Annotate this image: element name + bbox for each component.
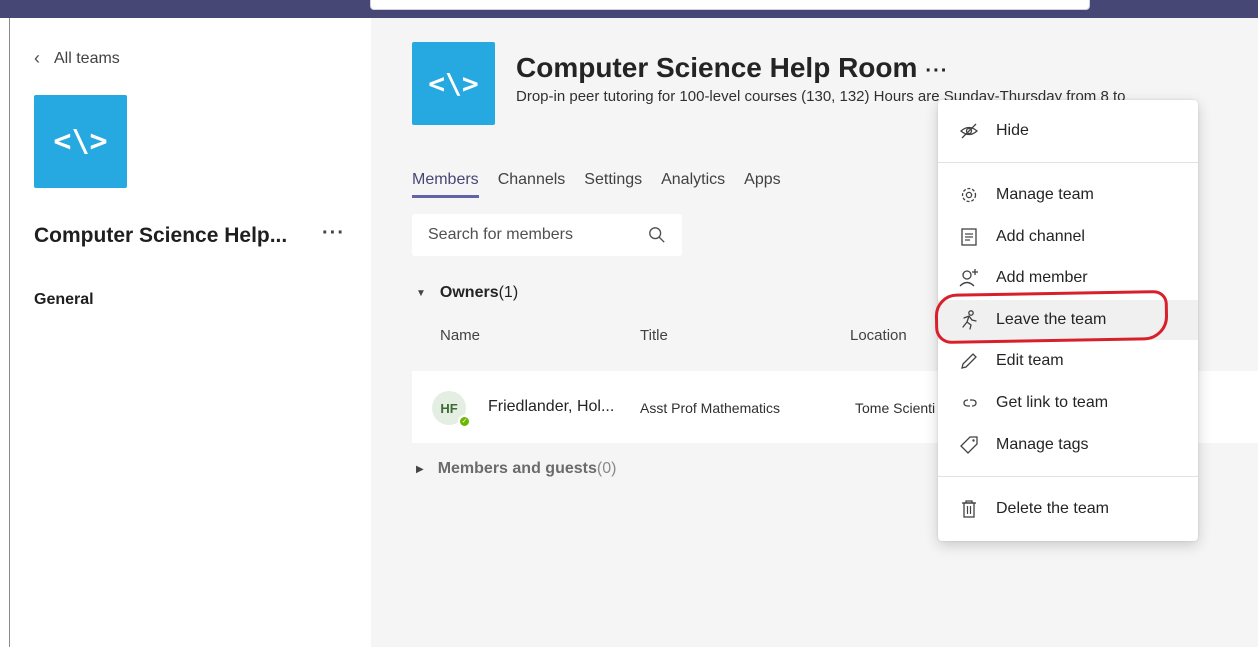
- team-context-menu: Hide Manage team Add channel Add member …: [938, 100, 1198, 541]
- menu-item-label: Manage tags: [996, 436, 1089, 453]
- code-icon: <\>: [428, 67, 479, 100]
- sidebar: ‹ All teams <\> Computer Science Help...…: [10, 18, 370, 647]
- tag-icon: [958, 434, 980, 456]
- search-placeholder: Search for members: [428, 226, 573, 243]
- hide-eye-icon: [958, 120, 980, 142]
- search-icon: [649, 227, 665, 243]
- pencil-icon: [958, 350, 980, 372]
- channel-icon: [958, 226, 980, 248]
- page-title: Computer Science Help Room ···: [516, 52, 948, 84]
- all-teams-label: All teams: [54, 49, 120, 67]
- menu-item-label: Manage team: [996, 186, 1094, 203]
- more-options-icon[interactable]: ···: [925, 60, 948, 82]
- caret-down-icon: ▼: [416, 287, 426, 299]
- members-guests-section-toggle[interactable]: ▶ Members and guests (0): [416, 460, 616, 478]
- guests-count: (0): [596, 460, 617, 477]
- team-title: Computer Science Help Room: [516, 52, 918, 83]
- presence-available-icon: ✓: [458, 415, 471, 428]
- tab-bar: Members Channels Settings Analytics Apps: [412, 171, 800, 198]
- member-name: Friedlander, Hol...: [488, 398, 615, 415]
- all-teams-link[interactable]: ‹ All teams: [34, 48, 120, 69]
- menu-item-manage-tags[interactable]: Manage tags: [938, 425, 1198, 465]
- channel-general[interactable]: General: [34, 291, 94, 309]
- tab-settings[interactable]: Settings: [584, 171, 642, 198]
- menu-item-label: Delete the team: [996, 500, 1109, 517]
- tab-apps[interactable]: Apps: [744, 171, 780, 198]
- member-search-input[interactable]: Search for members: [412, 214, 682, 256]
- menu-item-hide[interactable]: Hide: [938, 111, 1198, 151]
- top-bar: [0, 0, 1258, 18]
- trash-icon: [958, 498, 980, 520]
- owners-label: Owners: [439, 284, 499, 301]
- menu-item-label: Add channel: [996, 228, 1085, 245]
- team-logo-large: <\>: [412, 42, 495, 125]
- tab-channels[interactable]: Channels: [498, 171, 566, 198]
- member-title: Asst Prof Mathematics: [640, 400, 781, 416]
- global-search-bar[interactable]: [370, 0, 1090, 10]
- menu-divider: [938, 162, 1198, 163]
- sidebar-team-name: Computer Science Help...: [34, 224, 288, 247]
- guests-label: Members and guests: [437, 460, 597, 477]
- menu-item-delete-team[interactable]: Delete the team: [938, 489, 1198, 529]
- menu-item-label: Hide: [996, 122, 1029, 139]
- team-logo: <\>: [34, 95, 127, 188]
- menu-item-manage-team[interactable]: Manage team: [938, 175, 1198, 215]
- tab-analytics[interactable]: Analytics: [661, 171, 725, 198]
- menu-item-get-link[interactable]: Get link to team: [938, 383, 1198, 423]
- menu-item-add-channel[interactable]: Add channel: [938, 217, 1198, 257]
- link-icon: [958, 392, 980, 414]
- column-header-title[interactable]: Title: [640, 327, 668, 344]
- caret-right-icon: ▶: [416, 463, 424, 475]
- menu-item-label: Get link to team: [996, 394, 1109, 411]
- more-options-icon[interactable]: ···: [322, 222, 345, 245]
- app-rail-edge: [0, 18, 10, 647]
- menu-item-label: Add member: [996, 269, 1088, 286]
- menu-item-add-member[interactable]: Add member: [938, 258, 1198, 298]
- menu-item-label: Leave the team: [996, 311, 1107, 328]
- tab-members[interactable]: Members: [412, 171, 479, 198]
- owners-count: (1): [498, 284, 519, 301]
- member-location: Tome Scienti: [855, 400, 936, 416]
- chevron-left-icon: ‹: [34, 48, 40, 68]
- leave-icon: [958, 309, 980, 331]
- add-person-icon: [958, 267, 980, 289]
- gear-icon: [958, 184, 980, 206]
- column-header-location[interactable]: Location: [850, 327, 907, 344]
- menu-item-label: Edit team: [996, 352, 1064, 369]
- code-icon: <\>: [53, 124, 108, 159]
- column-header-name[interactable]: Name: [440, 327, 480, 344]
- menu-item-edit-team[interactable]: Edit team: [938, 341, 1198, 381]
- menu-item-leave-team[interactable]: Leave the team: [938, 300, 1198, 340]
- menu-divider: [938, 476, 1198, 477]
- owners-section-toggle[interactable]: ▼ Owners (1): [416, 284, 518, 302]
